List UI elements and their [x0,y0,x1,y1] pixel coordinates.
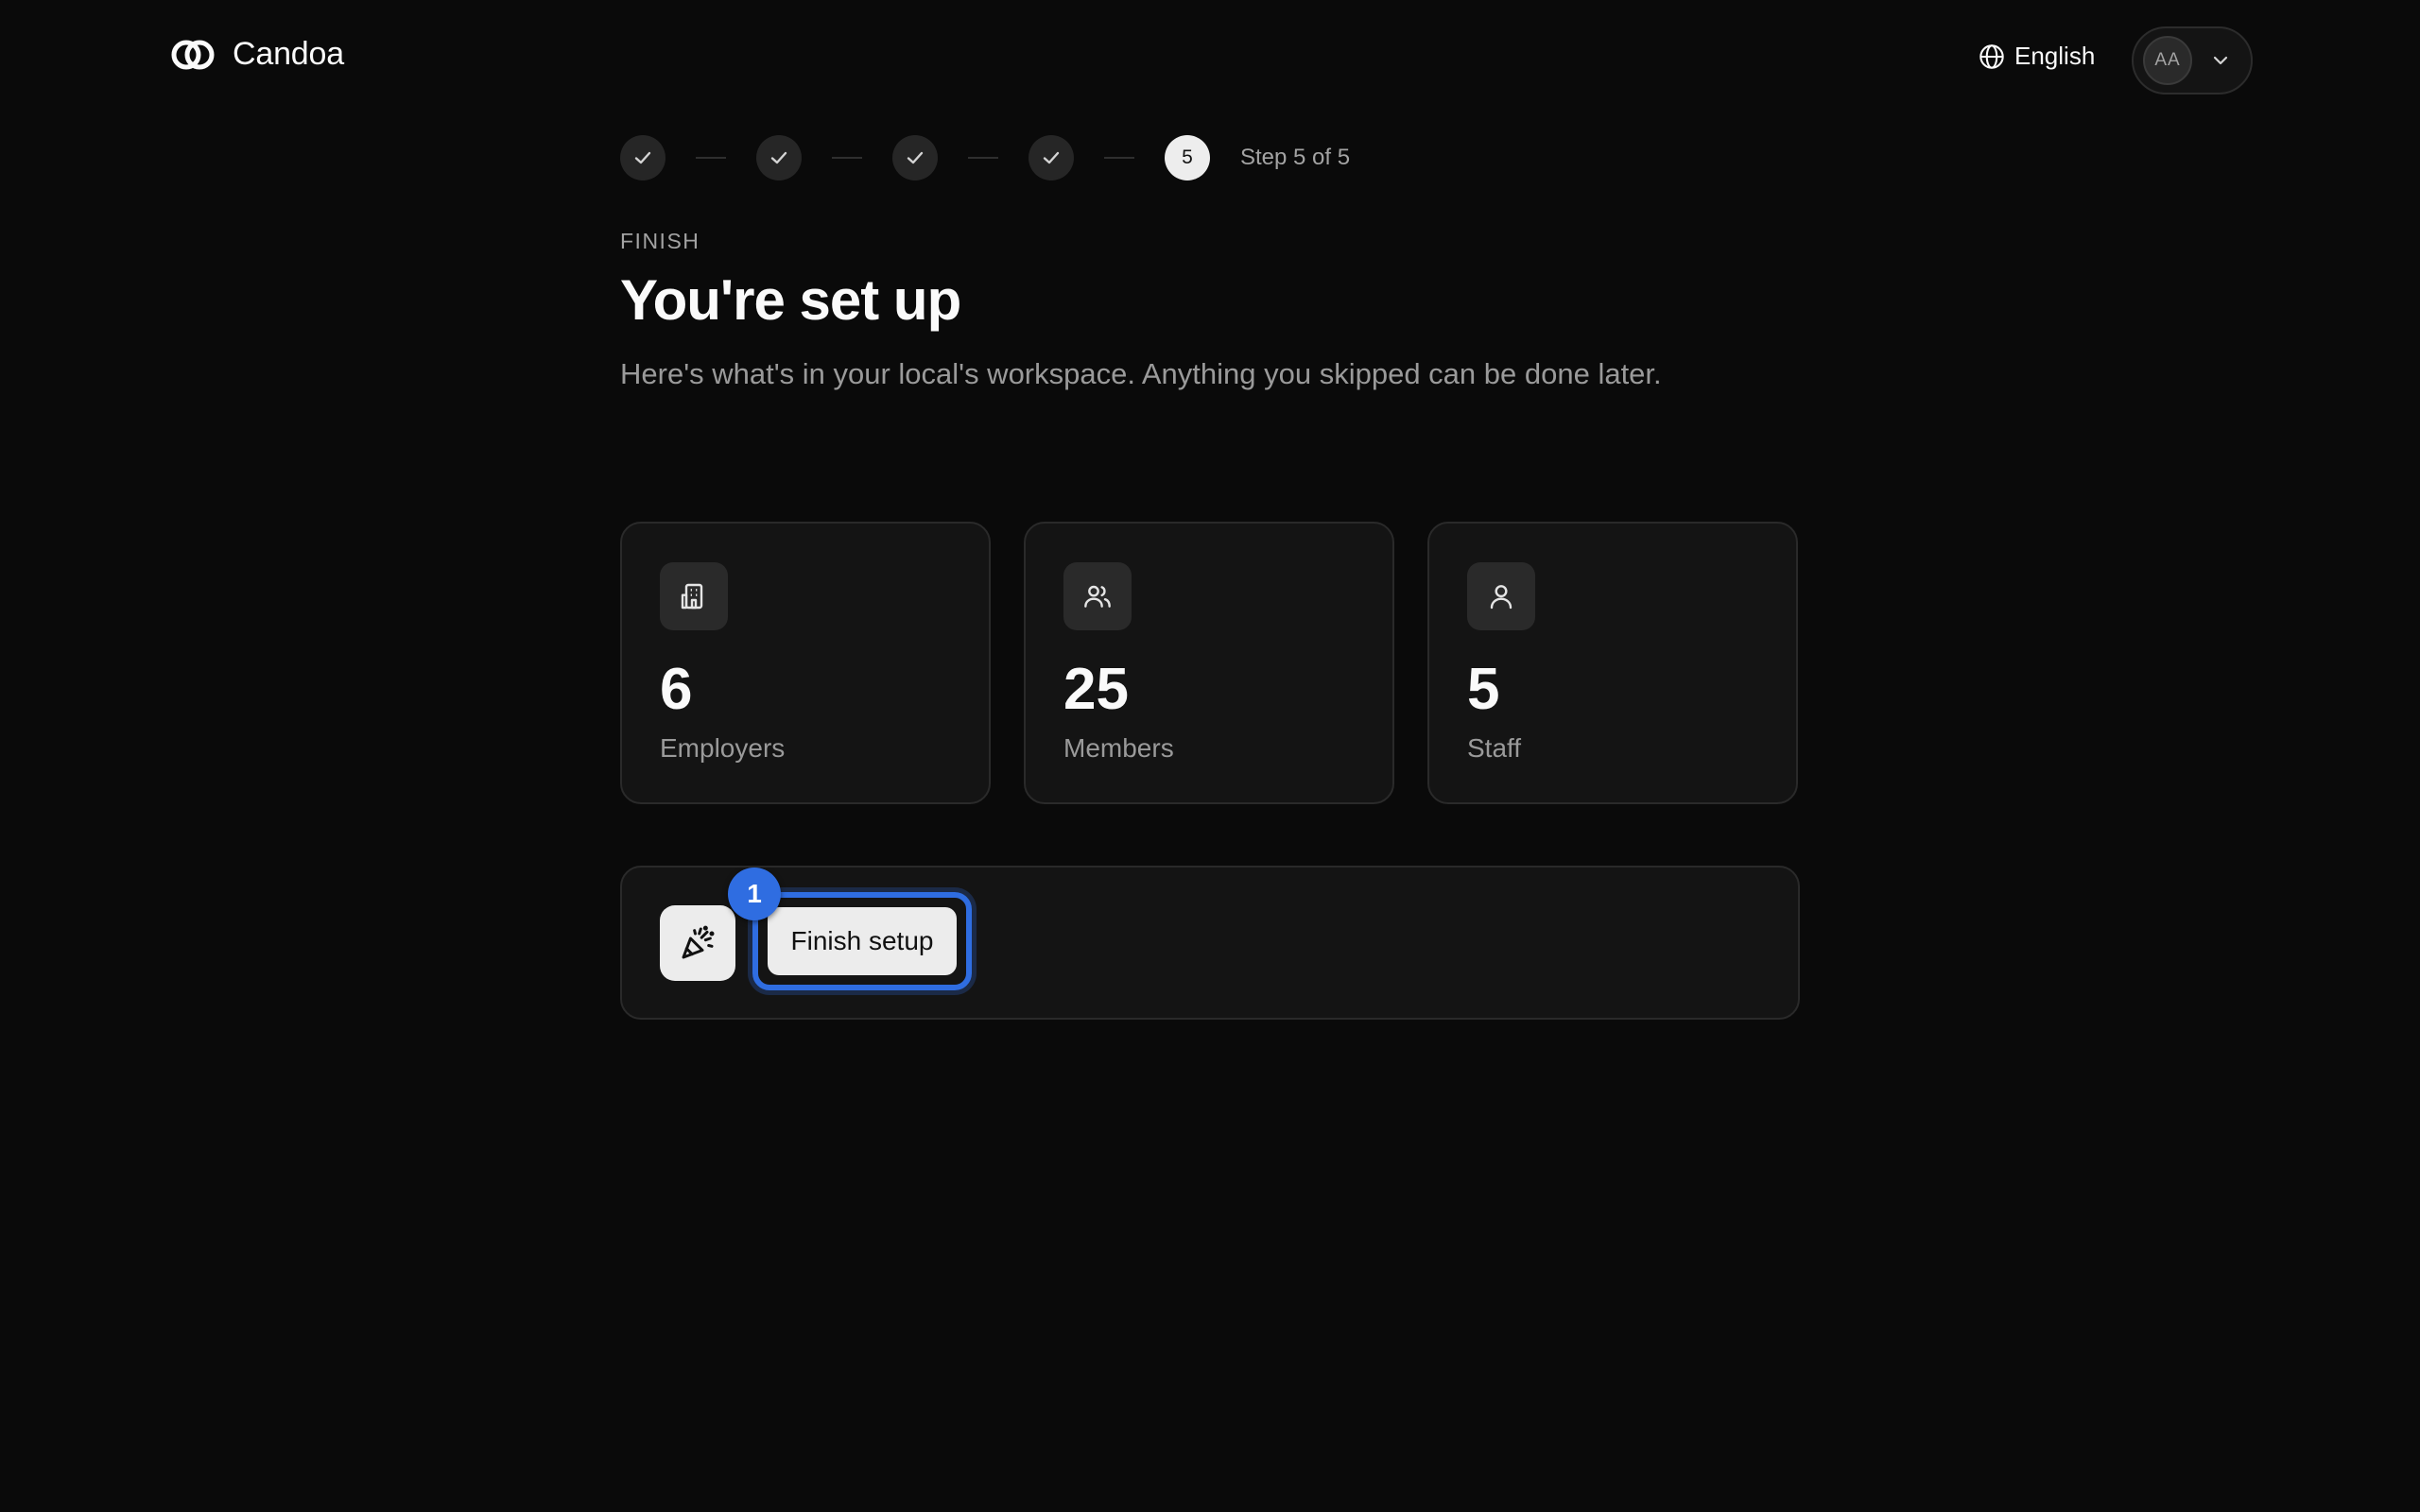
step-marker-badge: 1 [728,868,781,920]
step-complete [620,135,666,180]
step-current: 5 [1165,135,1210,180]
step-label: Step 5 of 5 [1240,145,1351,170]
section-eyebrow: FINISH [620,229,700,253]
stat-icon-wrap [1467,562,1535,630]
step-connector [696,157,726,159]
page-subtitle: Here's what's in your local's workspace.… [620,357,1662,390]
stat-label: Members [1063,733,1174,763]
check-icon [907,151,924,164]
finish-panel: Finish setup 1 [620,866,1800,1020]
stat-value: 6 [660,657,693,722]
user-menu-button[interactable]: AA [2132,26,2253,94]
stat-icon-wrap [1063,562,1132,630]
finish-setup-button[interactable]: Finish setup [768,907,957,975]
users-icon [1084,585,1111,608]
step-connector [832,157,862,159]
stat-value: 5 [1467,657,1500,722]
brand-logo[interactable]: Candoa [170,36,344,73]
step-connector [968,157,998,159]
stat-card-members: 25 Members [1024,522,1394,804]
avatar: AA [2143,36,2192,85]
stat-card-employers: 6 Employers [620,522,991,804]
language-selector[interactable]: English [1979,42,2095,71]
brand-name: Candoa [233,36,344,72]
party-popper-icon [682,925,715,959]
step-complete [756,135,802,180]
building-icon [681,583,703,610]
chevron-down-icon [2213,56,2228,65]
stat-label: Staff [1467,733,1522,763]
globe-icon [1979,43,2004,69]
stat-card-staff: 5 Staff [1427,522,1798,804]
party-icon-wrap [660,905,735,981]
stat-label: Employers [660,733,786,763]
onboarding-page: Candoa English AA 5 Step 5 of 5 FINISH Y… [0,0,2420,1512]
check-icon [770,151,787,164]
step-connector [1104,157,1134,159]
step-complete [892,135,938,180]
step-complete [1028,135,1074,180]
check-icon [634,151,651,164]
stat-value: 25 [1063,657,1129,722]
stat-icon-wrap [660,562,728,630]
language-label: English [2014,42,2096,70]
page-title: You're set up [620,268,961,332]
progress-stepper: 5 Step 5 of 5 [620,135,1350,180]
candoa-logo-icon [171,40,215,69]
user-icon [1490,585,1512,610]
check-icon [1043,151,1060,164]
